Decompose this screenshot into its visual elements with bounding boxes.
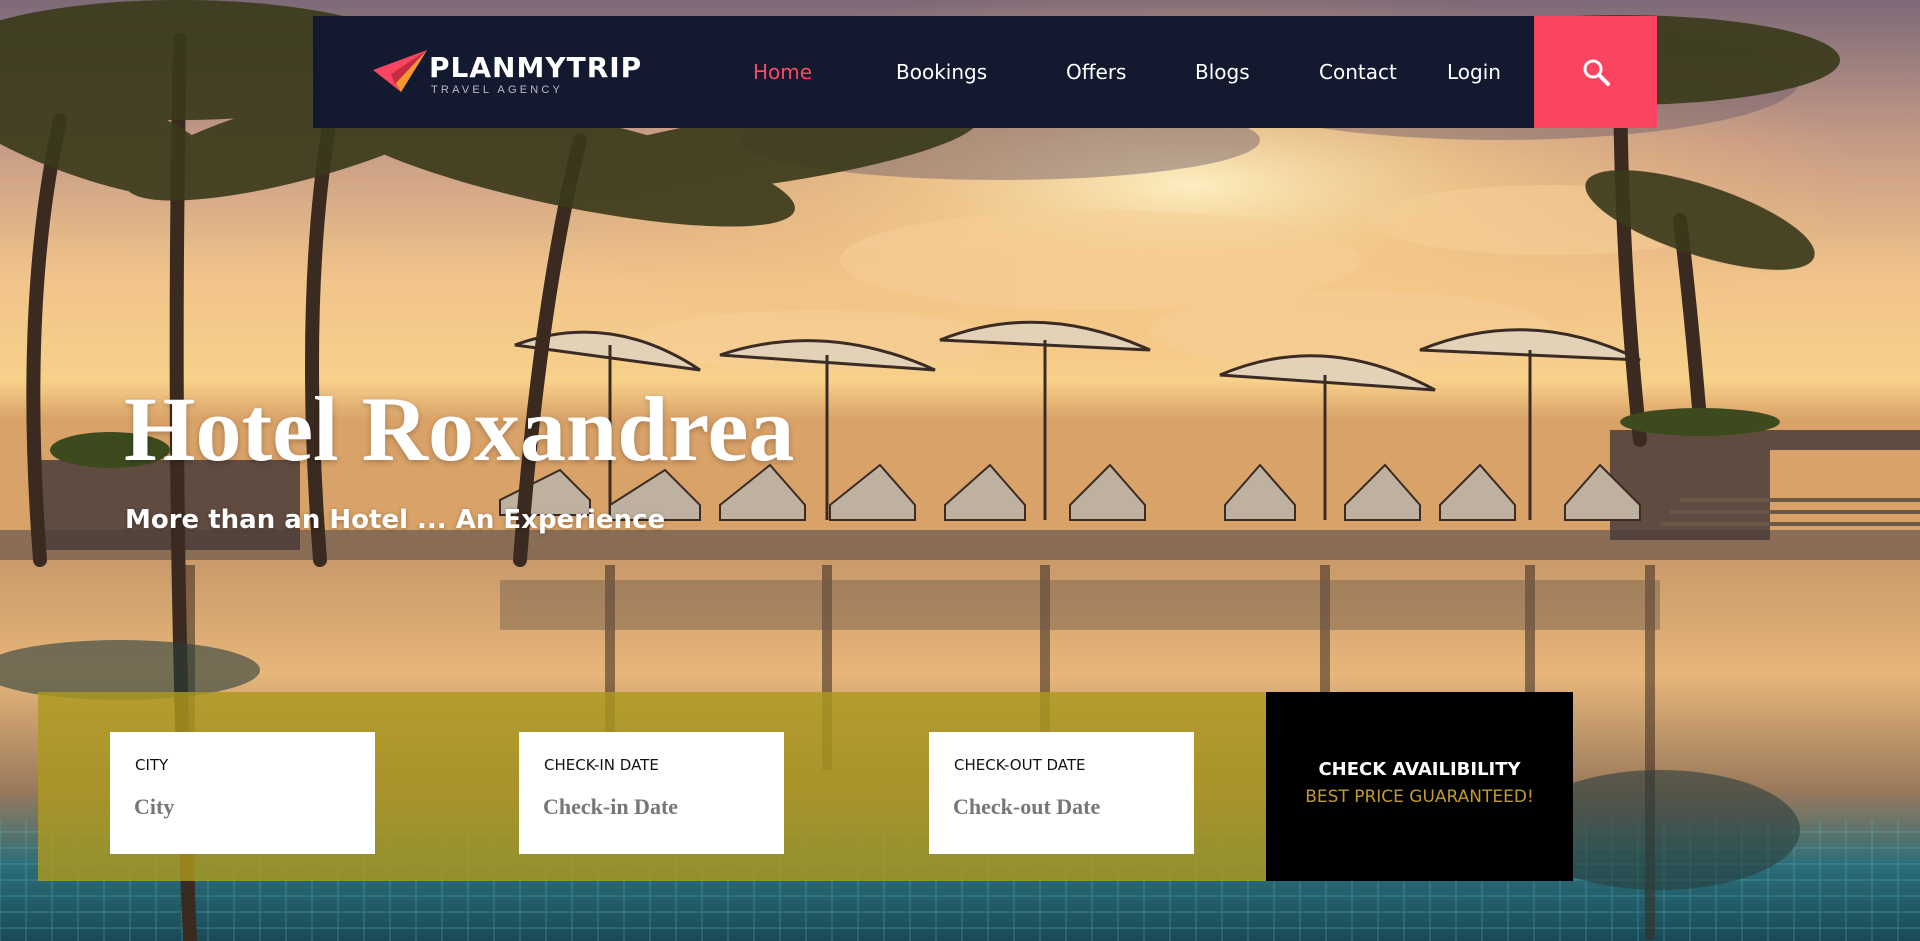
nav-blogs[interactable]: Blogs bbox=[1195, 60, 1250, 84]
checkout-label: CHECK-OUT DATE bbox=[954, 756, 1086, 774]
checkin-label: CHECK-IN DATE bbox=[544, 756, 659, 774]
hero-subtitle: More than an Hotel ... An Experience bbox=[125, 505, 666, 535]
top-navbar: PLANMYTRIP TRAVEL AGENCY Home Bookings O… bbox=[313, 16, 1657, 128]
brand-tagline: TRAVEL AGENCY bbox=[431, 84, 564, 96]
check-availability-button[interactable]: CHECK AVAILIBILITY BEST PRICE GUARANTEED… bbox=[1266, 692, 1573, 881]
nav-bookings[interactable]: Bookings bbox=[896, 60, 987, 84]
checkin-date-input[interactable] bbox=[543, 790, 758, 824]
city-input[interactable] bbox=[134, 790, 349, 824]
best-price-label: BEST PRICE GUARANTEED! bbox=[1305, 787, 1534, 807]
city-label: CITY bbox=[135, 756, 169, 774]
search-icon bbox=[1583, 59, 1610, 86]
brand-logo[interactable]: PLANMYTRIP TRAVEL AGENCY bbox=[371, 46, 661, 102]
hero-title: Hotel Roxandrea bbox=[124, 378, 795, 480]
nav-login[interactable]: Login bbox=[1447, 60, 1501, 84]
booking-form: CITY CHECK-IN DATE CHECK-OUT DATE bbox=[38, 692, 1266, 881]
checkin-field: CHECK-IN DATE bbox=[519, 732, 784, 854]
nav-contact[interactable]: Contact bbox=[1319, 60, 1397, 84]
paper-plane-icon bbox=[373, 50, 427, 92]
brand-name: PLANMYTRIP bbox=[429, 51, 643, 84]
check-availability-label: CHECK AVAILIBILITY bbox=[1318, 759, 1521, 780]
city-field: CITY bbox=[110, 732, 375, 854]
nav-offers[interactable]: Offers bbox=[1066, 60, 1126, 84]
nav-home[interactable]: Home bbox=[753, 60, 812, 84]
search-button[interactable] bbox=[1534, 16, 1657, 128]
checkout-field: CHECK-OUT DATE bbox=[929, 732, 1194, 854]
checkout-date-input[interactable] bbox=[953, 790, 1168, 824]
